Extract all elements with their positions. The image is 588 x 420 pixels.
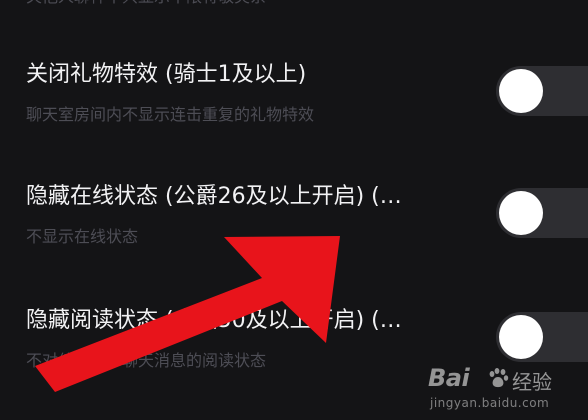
setting-title: 隐藏在线状态 (公爵26及以上开启) (…	[26, 184, 402, 209]
setting-description: 关他人聊神不只显示不限将敬突系	[26, 0, 266, 8]
watermark-brand-text: 经验	[512, 370, 552, 394]
setting-row-hide-online-status: 隐藏在线状态 (公爵26及以上开启) (… 不显示在线状态	[0, 174, 588, 264]
baidu-paw-icon	[489, 368, 509, 388]
watermark: Bai 经验 jingyan.baidu.com	[428, 362, 578, 416]
setting-title: 关闭礼物特效 (骑士1及以上)	[26, 62, 307, 87]
setting-title: 隐藏阅读状态 (金仙50及以上开启) (…	[26, 308, 402, 333]
hide-read-status-toggle[interactable]	[496, 312, 588, 362]
watermark-url: jingyan.baidu.com	[430, 396, 550, 410]
settings-screen: 关他人聊神不只显示不限将敬突系 关闭礼物特效 (骑士1及以上) 聊天室房间内不显…	[0, 0, 588, 420]
setting-description: 不显示在线状态	[26, 227, 139, 246]
setting-row-cut-off: 关他人聊神不只显示不限将敬突系	[0, 0, 588, 16]
setting-description: 聊天室房间内不显示连击重复的礼物特效	[26, 105, 315, 124]
toggle-knob	[499, 315, 543, 359]
toggle-knob	[499, 69, 543, 113]
setting-description: 不对他人显示聊天消息的阅读状态	[26, 351, 267, 370]
setting-row-gift-effects: 关闭礼物特效 (骑士1及以上) 聊天室房间内不显示连击重复的礼物特效	[0, 52, 588, 142]
toggle-knob	[499, 191, 543, 235]
watermark-logo-text: Bai	[428, 364, 470, 392]
gift-effects-toggle[interactable]	[496, 66, 588, 116]
hide-online-status-toggle[interactable]	[496, 188, 588, 238]
